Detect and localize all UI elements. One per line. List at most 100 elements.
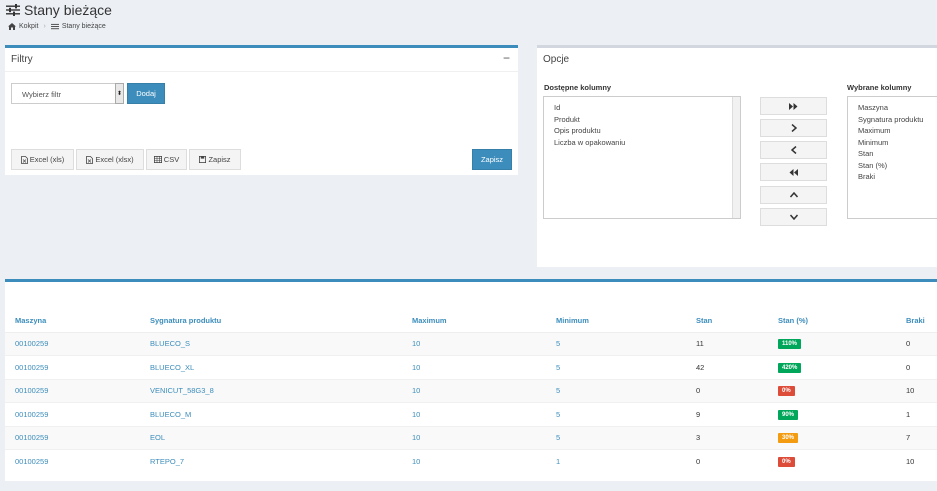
signature-cell[interactable]: BLUECO_S bbox=[140, 331, 402, 356]
status-badge: 30% bbox=[778, 433, 799, 444]
double-chevron-right-icon bbox=[789, 102, 798, 110]
list-item[interactable]: Minimum bbox=[858, 137, 937, 149]
stan-cell: 11 bbox=[686, 331, 768, 356]
minimum-cell[interactable]: 5 bbox=[546, 355, 686, 379]
move-left-button[interactable] bbox=[760, 141, 827, 159]
maximum-cell[interactable]: 10 bbox=[402, 425, 546, 450]
minimum-cell[interactable]: 5 bbox=[546, 402, 686, 426]
move-all-left-button[interactable] bbox=[760, 163, 827, 181]
signature-cell[interactable]: EOL bbox=[140, 425, 402, 450]
list-item[interactable]: Braki bbox=[858, 171, 937, 183]
export-xls-button[interactable]: Excel (xls) bbox=[11, 149, 74, 170]
list-item[interactable]: Maszyna bbox=[858, 102, 937, 114]
filter-select-value: Wybierz filtr bbox=[22, 90, 62, 99]
list-item[interactable]: Stan bbox=[858, 148, 937, 160]
updown-arrow-icon: ⬍ bbox=[115, 83, 124, 104]
pct-cell: 0% bbox=[768, 449, 896, 473]
breadcrumb-home[interactable]: Kokpit bbox=[19, 23, 38, 30]
breadcrumb-current: Stany bieżące bbox=[61, 23, 106, 30]
sliders-icon bbox=[6, 4, 20, 16]
save-icon bbox=[199, 156, 207, 163]
signature-cell[interactable]: BLUECO_XL bbox=[140, 355, 402, 379]
minimum-cell[interactable]: 5 bbox=[546, 425, 686, 450]
machine-cell[interactable]: 00100259 bbox=[5, 355, 140, 379]
move-right-button[interactable] bbox=[760, 119, 827, 137]
table-icon bbox=[153, 156, 162, 163]
machine-cell[interactable]: 00100259 bbox=[5, 449, 140, 473]
column-header-machine[interactable]: Maszyna bbox=[5, 310, 140, 333]
table-row: 00100259 RTEPO_7 10 1 0 0% 10 bbox=[5, 449, 937, 473]
maximum-cell[interactable]: 10 bbox=[402, 355, 546, 379]
maximum-cell[interactable]: 10 bbox=[402, 402, 546, 426]
export-csv-button[interactable]: CSV bbox=[146, 149, 187, 170]
filters-box: Filtry − Wybierz filtr ⬍ Dodaj Excel (xl… bbox=[5, 45, 518, 175]
maximum-cell[interactable]: 10 bbox=[402, 449, 546, 473]
stan-cell: 0 bbox=[686, 449, 768, 473]
column-header-signature[interactable]: Sygnatura produktu bbox=[140, 310, 402, 333]
minimum-cell[interactable]: 5 bbox=[546, 331, 686, 356]
status-badge: 0% bbox=[778, 457, 795, 467]
braki-cell: 10 bbox=[896, 378, 937, 403]
stan-cell: 0 bbox=[686, 378, 768, 403]
collapse-button[interactable]: − bbox=[503, 51, 510, 65]
sliders-icon bbox=[50, 23, 59, 30]
save-button[interactable]: Zapisz bbox=[472, 149, 512, 170]
move-up-button[interactable] bbox=[760, 186, 827, 204]
double-chevron-left-icon bbox=[789, 168, 798, 176]
filters-title: Filtry bbox=[11, 54, 33, 65]
machine-cell[interactable]: 00100259 bbox=[5, 378, 140, 403]
list-item[interactable]: Produkt bbox=[554, 114, 740, 126]
braki-cell: 10 bbox=[896, 449, 937, 473]
maximum-cell[interactable]: 10 bbox=[402, 378, 546, 403]
column-header-maximum[interactable]: Maximum bbox=[402, 310, 546, 333]
list-item[interactable]: Stan (%) bbox=[858, 160, 937, 172]
table-header-row: Maszyna Sygnatura produktu Maximum Minim… bbox=[5, 310, 937, 333]
stock-table: Maszyna Sygnatura produktu Maximum Minim… bbox=[5, 310, 937, 473]
column-header-braki[interactable]: Braki bbox=[896, 310, 937, 333]
braki-cell: 0 bbox=[896, 331, 937, 356]
chevron-up-icon bbox=[789, 192, 798, 198]
machine-cell[interactable]: 00100259 bbox=[5, 331, 140, 356]
chevron-left-icon bbox=[790, 146, 796, 154]
braki-cell: 7 bbox=[896, 425, 937, 450]
minimum-cell[interactable]: 5 bbox=[546, 378, 686, 403]
move-all-right-button[interactable] bbox=[760, 97, 827, 115]
signature-cell[interactable]: BLUECO_M bbox=[140, 402, 402, 426]
signature-cell[interactable]: VENICUT_58G3_8 bbox=[140, 378, 402, 403]
chevron-down-icon bbox=[789, 214, 798, 220]
list-item[interactable]: Opis produktu bbox=[554, 125, 740, 137]
list-item[interactable]: Id bbox=[554, 102, 740, 114]
minimum-cell[interactable]: 1 bbox=[546, 449, 686, 473]
stan-cell: 42 bbox=[686, 355, 768, 379]
pct-cell: 420% bbox=[768, 355, 896, 379]
list-item[interactable]: Sygnatura produktu bbox=[858, 114, 937, 126]
status-badge: 0% bbox=[778, 386, 795, 397]
list-item[interactable]: Maximum bbox=[858, 125, 937, 137]
export-xlsx-button[interactable]: Excel (xlsx) bbox=[76, 149, 144, 170]
page-title: Stany bieżące bbox=[24, 2, 112, 18]
column-header-stan[interactable]: Stan bbox=[686, 310, 768, 333]
braki-cell: 0 bbox=[896, 355, 937, 379]
machine-cell[interactable]: 00100259 bbox=[5, 425, 140, 450]
chevron-right-icon bbox=[791, 124, 797, 132]
move-down-button[interactable] bbox=[760, 208, 827, 226]
machine-cell[interactable]: 00100259 bbox=[5, 402, 140, 426]
file-excel-icon bbox=[20, 155, 28, 164]
list-item[interactable]: Liczba w opakowaniu bbox=[554, 137, 740, 149]
column-header-minimum[interactable]: Minimum bbox=[546, 310, 686, 333]
maximum-cell[interactable]: 10 bbox=[402, 331, 546, 356]
status-badge: 110% bbox=[778, 339, 802, 350]
column-header-stan-pct[interactable]: Stan (%) bbox=[768, 310, 896, 333]
filter-select[interactable]: Wybierz filtr ⬍ bbox=[11, 83, 124, 104]
pct-cell: 0% bbox=[768, 378, 896, 403]
available-columns-list[interactable]: Id Produkt Opis produktu Liczba w opakow… bbox=[543, 96, 741, 219]
table-row: 00100259 BLUECO_S 10 5 11 110% 0 bbox=[5, 331, 937, 356]
add-filter-button[interactable]: Dodaj bbox=[127, 83, 165, 104]
page-header: Stany bieżące bbox=[6, 2, 112, 18]
selected-columns-list[interactable]: Maszyna Sygnatura produktu Maximum Minim… bbox=[847, 96, 937, 219]
signature-cell[interactable]: RTEPO_7 bbox=[140, 449, 402, 473]
available-columns-label: Dostępne kolumny bbox=[544, 83, 612, 92]
table-row: 00100259 VENICUT_58G3_8 10 5 0 0% 10 bbox=[5, 378, 937, 403]
save-view-button[interactable]: Zapisz bbox=[189, 149, 241, 170]
scrollbar[interactable] bbox=[732, 97, 740, 218]
